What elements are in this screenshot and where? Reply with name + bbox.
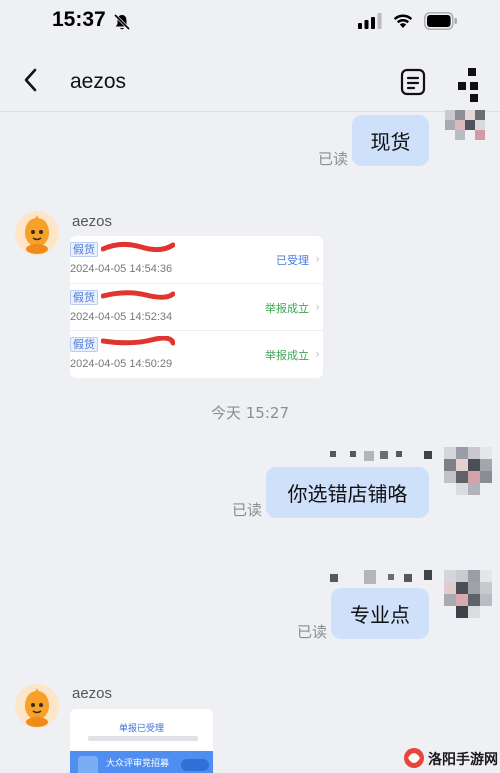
report-status: 已受理 — [276, 254, 309, 267]
message-text: 你选错店铺咯 — [287, 482, 408, 506]
svg-text:洛阳手游网: 洛阳手游网 — [428, 751, 498, 768]
chat-title: aezos — [70, 70, 127, 93]
merchant-avatar[interactable] — [15, 211, 59, 255]
message-bubble-outgoing[interactable]: 你选错店铺咯 — [266, 467, 429, 518]
chevron-right-icon: › — [315, 347, 320, 361]
recruit-banner[interactable]: 大众评审竞招募 — [70, 751, 213, 773]
report-type-tag: 假货 — [70, 290, 98, 305]
report-type-tag: 假货 — [70, 337, 98, 352]
report-time: 2024-04-05 14:50:29 — [70, 358, 173, 370]
report-row[interactable]: 假货 2024-04-05 14:50:29 举报成立 › — [70, 330, 323, 377]
report-status: 举报成立 — [265, 349, 309, 362]
card-title: 单报已受理 — [118, 724, 164, 734]
banner-plus-icon — [78, 756, 98, 773]
time-divider: 今天 15:27 — [211, 404, 289, 422]
read-receipt: 已读 — [318, 150, 349, 168]
own-name-mosaic — [330, 570, 432, 584]
report-row[interactable]: 假货 2024-04-05 14:52:34 举报成立 › — [70, 283, 323, 330]
chevron-right-icon: › — [315, 300, 320, 314]
sender-name: aezos — [72, 685, 113, 702]
redaction-scribble — [101, 290, 175, 300]
sender-name: aezos — [72, 213, 113, 230]
read-receipt: 已读 — [232, 501, 263, 519]
message-text: 专业点 — [350, 603, 410, 627]
merchant-avatar[interactable] — [15, 684, 59, 728]
report-status: 举报成立 — [265, 302, 309, 315]
card-body-text — [88, 736, 198, 741]
redaction-scribble — [101, 336, 175, 346]
back-arrow-icon[interactable] — [20, 66, 42, 94]
own-avatar-mosaic — [444, 570, 492, 618]
report-row[interactable]: 假货 2024-04-05 14:54:36 已受理 › — [70, 236, 323, 283]
read-receipt: 已读 — [297, 623, 328, 641]
banner-text: 大众评审竞招募 — [106, 759, 170, 769]
site-watermark-logo: 洛阳手游网 — [402, 742, 500, 773]
bell-muted-icon — [113, 13, 131, 31]
report-list-card: 假货 2024-04-05 14:54:36 已受理 › 假货 2024-04-… — [70, 236, 323, 378]
cellular-signal-icon — [358, 13, 382, 29]
chevron-right-icon: › — [315, 252, 320, 266]
status-time: 15:37 — [52, 8, 106, 31]
message-bubble-outgoing[interactable]: 现货 — [352, 115, 429, 166]
report-time: 2024-04-05 14:52:34 — [70, 311, 173, 323]
message-text: 现货 — [370, 130, 411, 154]
nav-bar: aezos — [0, 48, 500, 112]
report-accepted-card[interactable]: 单报已受理 大众评审竞招募 — [70, 709, 213, 773]
redaction-scribble — [101, 241, 175, 253]
report-type-tag: 假货 — [70, 242, 98, 257]
order-list-icon[interactable] — [400, 68, 426, 96]
message-bubble-outgoing[interactable]: 专业点 — [331, 588, 429, 639]
own-avatar-mosaic — [444, 447, 492, 495]
more-options-icon[interactable] — [452, 68, 486, 102]
report-time: 2024-04-05 14:54:36 — [70, 263, 173, 275]
own-avatar-mosaic — [445, 110, 485, 140]
status-bar: 15:37 — [0, 0, 500, 44]
own-name-mosaic — [330, 451, 432, 461]
banner-button[interactable] — [181, 759, 209, 771]
wifi-icon — [393, 14, 413, 28]
battery-icon — [424, 12, 457, 30]
